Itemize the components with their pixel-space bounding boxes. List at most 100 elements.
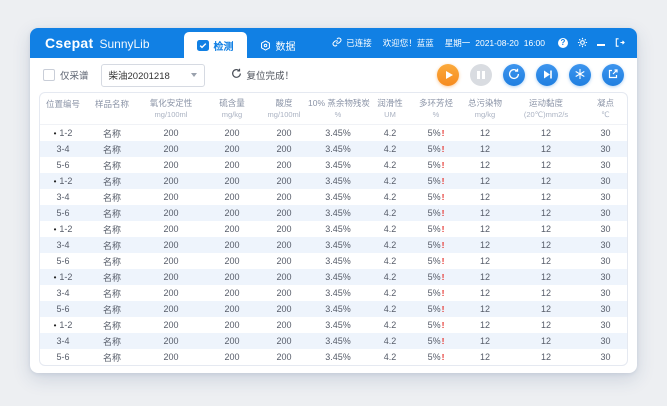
alert-exceeded-icon: ! <box>442 320 445 330</box>
app-window: Csepat SunnyLib 检测 数据 已连接 <box>30 28 637 373</box>
table-row[interactable]: 3-4名称2002002003.45%4.25%!121230 <box>40 237 628 253</box>
cell-oxidation_stability: 200 <box>138 317 204 333</box>
cell-acidity: 200 <box>260 173 308 189</box>
table-row[interactable]: 5-6名称2002002003.45%4.25%!121230 <box>40 157 628 173</box>
spectrum-only-checkbox[interactable] <box>43 69 55 81</box>
cell-total_contaminants: 12 <box>460 157 510 173</box>
tab-detection[interactable]: 检测 <box>184 32 247 58</box>
cell-position: 5-6 <box>40 205 86 221</box>
cell-total_contaminants: 12 <box>460 285 510 301</box>
cell-pah: 5%! <box>412 333 460 349</box>
table-row[interactable]: •1-2名称2002002003.45%4.25%!121230 <box>40 125 628 142</box>
cell-kinematic_viscosity: 12 <box>510 173 582 189</box>
column-sulfur_content: 硫含量mg/kg <box>204 93 260 125</box>
exit-icon[interactable] <box>614 37 625 50</box>
cell-sample_name: 名称 <box>86 221 138 237</box>
tab-data[interactable]: 数据 <box>247 32 309 58</box>
cell-kinematic_viscosity: 12 <box>510 237 582 253</box>
column-acidity: 酸度mg/100ml <box>260 93 308 125</box>
cell-kinematic_viscosity: 12 <box>510 205 582 221</box>
cell-kinematic_viscosity: 12 <box>510 221 582 237</box>
cell-oxidation_stability: 200 <box>138 253 204 269</box>
sync-button[interactable] <box>503 64 525 86</box>
cell-residue_carbon: 3.45% <box>308 141 368 157</box>
recipe-select[interactable]: 柴油20201218 <box>101 64 205 87</box>
cell-lubricity: 4.2 <box>368 349 412 365</box>
table-row[interactable]: 3-4名称2002002003.45%4.25%!121230 <box>40 189 628 205</box>
table-row[interactable]: •1-2名称2002002003.45%4.25%!121230 <box>40 173 628 189</box>
detection-monitor-check-icon <box>197 40 209 51</box>
table-row[interactable]: 5-6名称2002002003.45%4.25%!121230 <box>40 301 628 317</box>
table-row[interactable]: •1-2名称2002002003.45%4.25%!121230 <box>40 269 628 285</box>
cell-kinematic_viscosity: 12 <box>510 349 582 365</box>
export-button[interactable] <box>602 64 624 86</box>
table-row[interactable]: •1-2名称2002002003.45%4.25%!121230 <box>40 317 628 333</box>
help-icon[interactable]: ? <box>558 38 568 48</box>
cell-freezing_point: 30 <box>582 189 628 205</box>
cell-sulfur_content: 200 <box>204 285 260 301</box>
cell-oxidation_stability: 200 <box>138 333 204 349</box>
table-row[interactable]: 3-4名称2002002003.45%4.25%!121230 <box>40 333 628 349</box>
cell-oxidation_stability: 200 <box>138 269 204 285</box>
cell-pah: 5%! <box>412 237 460 253</box>
cell-oxidation_stability: 200 <box>138 125 204 142</box>
alert-exceeded-icon: ! <box>442 256 445 266</box>
logo-secondary: SunnyLib <box>99 37 149 51</box>
cell-position: •1-2 <box>40 173 86 189</box>
spectrum-only-label: 仅采谱 <box>60 68 89 82</box>
cell-total_contaminants: 12 <box>460 221 510 237</box>
cell-residue_carbon: 3.45% <box>308 301 368 317</box>
results-table-container: 位置编号样品名称氧化安定性mg/100ml硫含量mg/kg酸度mg/100ml1… <box>39 92 628 366</box>
cell-acidity: 200 <box>260 205 308 221</box>
column-kinematic_viscosity: 运动黏度(20℃)mm2/s <box>510 93 582 125</box>
cell-sulfur_content: 200 <box>204 237 260 253</box>
titlebar-right: 已连接 欢迎您！蓝蓝 星期一 2021-08-20 16:00 ? <box>332 37 625 50</box>
cell-position: •1-2 <box>40 221 86 237</box>
connection-status-label: 已连接 <box>346 37 372 49</box>
minimize-icon[interactable] <box>597 44 605 46</box>
cell-lubricity: 4.2 <box>368 253 412 269</box>
cell-sulfur_content: 200 <box>204 125 260 142</box>
cell-oxidation_stability: 200 <box>138 301 204 317</box>
table-row[interactable]: 3-4名称2002002003.45%4.25%!121230 <box>40 141 628 157</box>
alert-exceeded-icon: ! <box>442 208 445 218</box>
cell-sulfur_content: 200 <box>204 141 260 157</box>
alert-exceeded-icon: ! <box>442 272 445 282</box>
active-row-bullet-icon: • <box>54 225 57 234</box>
cell-sulfur_content: 200 <box>204 317 260 333</box>
snowflake-icon <box>574 68 586 83</box>
cell-sample_name: 名称 <box>86 173 138 189</box>
cell-pah: 5%! <box>412 253 460 269</box>
freeze-button[interactable] <box>569 64 591 86</box>
cell-residue_carbon: 3.45% <box>308 349 368 365</box>
cell-acidity: 200 <box>260 317 308 333</box>
start-button[interactable] <box>437 64 459 86</box>
cell-lubricity: 4.2 <box>368 317 412 333</box>
cell-acidity: 200 <box>260 301 308 317</box>
cell-acidity: 200 <box>260 349 308 365</box>
connection-status: 已连接 <box>332 37 372 49</box>
cell-residue_carbon: 3.45% <box>308 269 368 285</box>
table-row[interactable]: 5-6名称2002002003.45%4.25%!121230 <box>40 205 628 221</box>
cell-lubricity: 4.2 <box>368 125 412 142</box>
cell-sample_name: 名称 <box>86 157 138 173</box>
welcome-text: 欢迎您！蓝蓝 <box>383 37 434 49</box>
cell-pah: 5%! <box>412 125 460 142</box>
table-row[interactable]: 5-6名称2002002003.45%4.25%!121230 <box>40 349 628 365</box>
titlebar[interactable]: Csepat SunnyLib 检测 数据 已连接 <box>30 28 637 58</box>
refresh-icon <box>231 68 242 82</box>
cell-residue_carbon: 3.45% <box>308 285 368 301</box>
cell-position: 5-6 <box>40 349 86 365</box>
cell-oxidation_stability: 200 <box>138 221 204 237</box>
settings-gear-icon[interactable] <box>577 37 588 50</box>
cell-residue_carbon: 3.45% <box>308 237 368 253</box>
table-row[interactable]: •1-2名称2002002003.45%4.25%!121230 <box>40 221 628 237</box>
pause-button[interactable] <box>470 64 492 86</box>
cell-residue_carbon: 3.45% <box>308 173 368 189</box>
cell-position: 5-6 <box>40 301 86 317</box>
cell-residue_carbon: 3.45% <box>308 317 368 333</box>
table-row[interactable]: 3-4名称2002002003.45%4.25%!121230 <box>40 285 628 301</box>
table-row[interactable]: 5-6名称2002002003.45%4.25%!121230 <box>40 253 628 269</box>
skip-button[interactable] <box>536 64 558 86</box>
cell-freezing_point: 30 <box>582 317 628 333</box>
